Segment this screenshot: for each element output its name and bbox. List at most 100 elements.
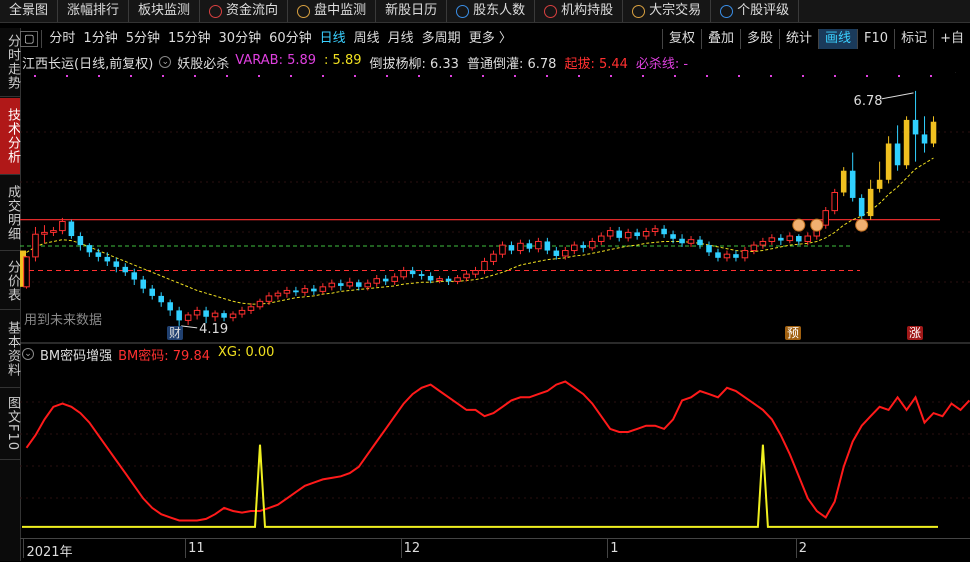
candle-body <box>885 143 892 180</box>
candle-body <box>221 313 227 318</box>
side-tab-divider <box>0 174 20 175</box>
side-tab-4[interactable]: 基本资料 <box>0 311 20 387</box>
period-tab-1[interactable]: 1分钟 <box>79 29 121 49</box>
side-tab-bar: 分时走势 技术分析 成交明细 分价表 基本资料 图文F10 <box>0 28 21 561</box>
nav-item-label: 股东人数 <box>473 3 526 18</box>
candle-body <box>95 252 102 257</box>
candle-body <box>158 295 164 303</box>
indicator-dot <box>738 75 740 77</box>
high-leader-line <box>881 92 914 100</box>
candle-body <box>741 250 749 259</box>
time-label-1: 11 <box>188 541 205 556</box>
indicator-dot <box>898 75 900 77</box>
nav-item-3[interactable]: 资金流向 <box>200 0 289 22</box>
monitor-icon <box>297 4 311 18</box>
candle-body <box>238 309 246 315</box>
side-tab-3[interactable]: 分价表 <box>0 252 20 309</box>
nav-item-0[interactable]: 全景图 <box>0 0 59 22</box>
toolbar-button-1[interactable]: 叠加 <box>700 29 740 49</box>
period-tab-0[interactable]: 分时 <box>45 29 79 49</box>
candle-body <box>651 228 659 232</box>
legend-item-2: 倒拔杨柳: 6.33 <box>369 56 459 72</box>
candle-body <box>661 228 667 235</box>
candle-body <box>373 278 381 284</box>
top-nav-bar: 全景图 涨幅排行 板块监测 资金流向 盘中监测 新股日历 股东人数 机构持股 大宗交易 个股评级 <box>0 0 970 23</box>
period-tab-9[interactable]: 多周期 <box>418 29 465 49</box>
period-tab-5[interactable]: 60分钟 <box>265 29 316 49</box>
side-tab-2[interactable]: 成交明细 <box>0 176 20 250</box>
toolbar-button-6[interactable]: 标记 <box>894 29 933 49</box>
toolbar-button-7[interactable]: +自 <box>933 29 970 49</box>
nav-item-label: 机构持股 <box>561 3 614 18</box>
candle-body <box>247 306 255 311</box>
indicator-dropdown-icon[interactable]: ⌄ <box>159 56 172 68</box>
cai-marker[interactable]: 财 <box>167 326 184 340</box>
candle-body <box>499 244 506 255</box>
toolbar-button-3[interactable]: 统计 <box>779 29 818 49</box>
candle-body <box>912 119 919 135</box>
nav-item-6[interactable]: 股东人数 <box>447 0 536 22</box>
candle-body <box>786 235 794 242</box>
candle-body <box>122 266 129 273</box>
nav-item-1[interactable]: 涨幅排行 <box>58 0 130 22</box>
candle-body <box>490 253 497 262</box>
side-tab-1[interactable]: 技术分析 <box>0 98 20 174</box>
candle-body <box>571 244 578 252</box>
candle-body <box>418 274 425 276</box>
nav-item-label: 全景图 <box>9 3 49 18</box>
candle-body <box>140 279 147 289</box>
toolbar-divider <box>41 30 43 48</box>
indicator-dot <box>930 75 932 77</box>
toolbar-button-5[interactable]: F10 <box>857 29 894 49</box>
period-tab-2[interactable]: 5分钟 <box>122 29 164 49</box>
chart-toolbar: ▢ 分时 1分钟 5分钟 15分钟 30分钟 60分钟 日线 周线 月线 多周期 更多 〉 复权 叠加… <box>20 28 970 50</box>
candle-body <box>679 238 685 244</box>
nav-item-5[interactable]: 新股日历 <box>376 0 448 22</box>
nav-item-4[interactable]: 盘中监测 <box>288 0 377 22</box>
period-tab-6[interactable]: 日线 <box>316 29 350 49</box>
indicator-dot <box>322 75 324 77</box>
stock-title[interactable]: 江西长运(日线,前复权) <box>22 53 153 72</box>
time-axis <box>20 538 970 562</box>
candle-body <box>517 242 524 252</box>
candle-body <box>759 240 767 246</box>
legend-item-3: 普通倒灌: 6.78 <box>466 56 557 72</box>
period-tab-3[interactable]: 15分钟 <box>164 29 215 49</box>
indicator-dot <box>610 75 612 77</box>
candle-body <box>930 121 937 144</box>
candle-body <box>193 309 201 316</box>
chart-area[interactable]: 6.78 4.19 <box>20 72 970 538</box>
side-tab-0[interactable]: 分时走势 <box>0 28 20 96</box>
yu-marker[interactable]: 预 <box>785 326 802 340</box>
candle-body <box>867 188 874 217</box>
candle-body <box>687 239 695 244</box>
time-label-3: 1 <box>610 541 619 556</box>
nav-item-2[interactable]: 板块监测 <box>129 0 201 22</box>
toolbar-toggle-icon[interactable]: ▢ <box>20 31 39 47</box>
candle-body <box>921 134 928 144</box>
period-tab-8[interactable]: 月线 <box>384 29 418 49</box>
toolbar-button-2[interactable]: 多股 <box>740 29 779 49</box>
side-tab-divider <box>0 96 20 97</box>
candle-body <box>400 270 407 278</box>
indicator-name[interactable]: 妖股必杀 <box>177 53 229 72</box>
low-leader-line <box>181 325 198 329</box>
indicator-dot <box>770 75 772 77</box>
period-tab-10[interactable]: 更多 〉 <box>465 29 516 49</box>
nav-item-8[interactable]: 大宗交易 <box>623 0 712 22</box>
nav-item-9[interactable]: 个股评级 <box>711 0 800 22</box>
candle-body <box>59 221 66 232</box>
side-tab-divider <box>0 459 20 460</box>
period-tab-4[interactable]: 30分钟 <box>215 29 266 49</box>
toolbar-button-4[interactable]: 画线 <box>818 29 858 49</box>
side-tab-divider <box>0 250 20 251</box>
indicator-dot <box>290 75 292 77</box>
side-tab-5[interactable]: 图文F10 <box>0 389 20 459</box>
period-tab-7[interactable]: 周线 <box>350 29 384 49</box>
candle-body <box>211 312 219 318</box>
zhang-marker[interactable]: 涨 <box>907 326 924 340</box>
candle-body <box>355 282 362 287</box>
toolbar-button-0[interactable]: 复权 <box>661 29 701 49</box>
candle-body <box>831 191 839 212</box>
nav-item-7[interactable]: 机构持股 <box>535 0 624 22</box>
